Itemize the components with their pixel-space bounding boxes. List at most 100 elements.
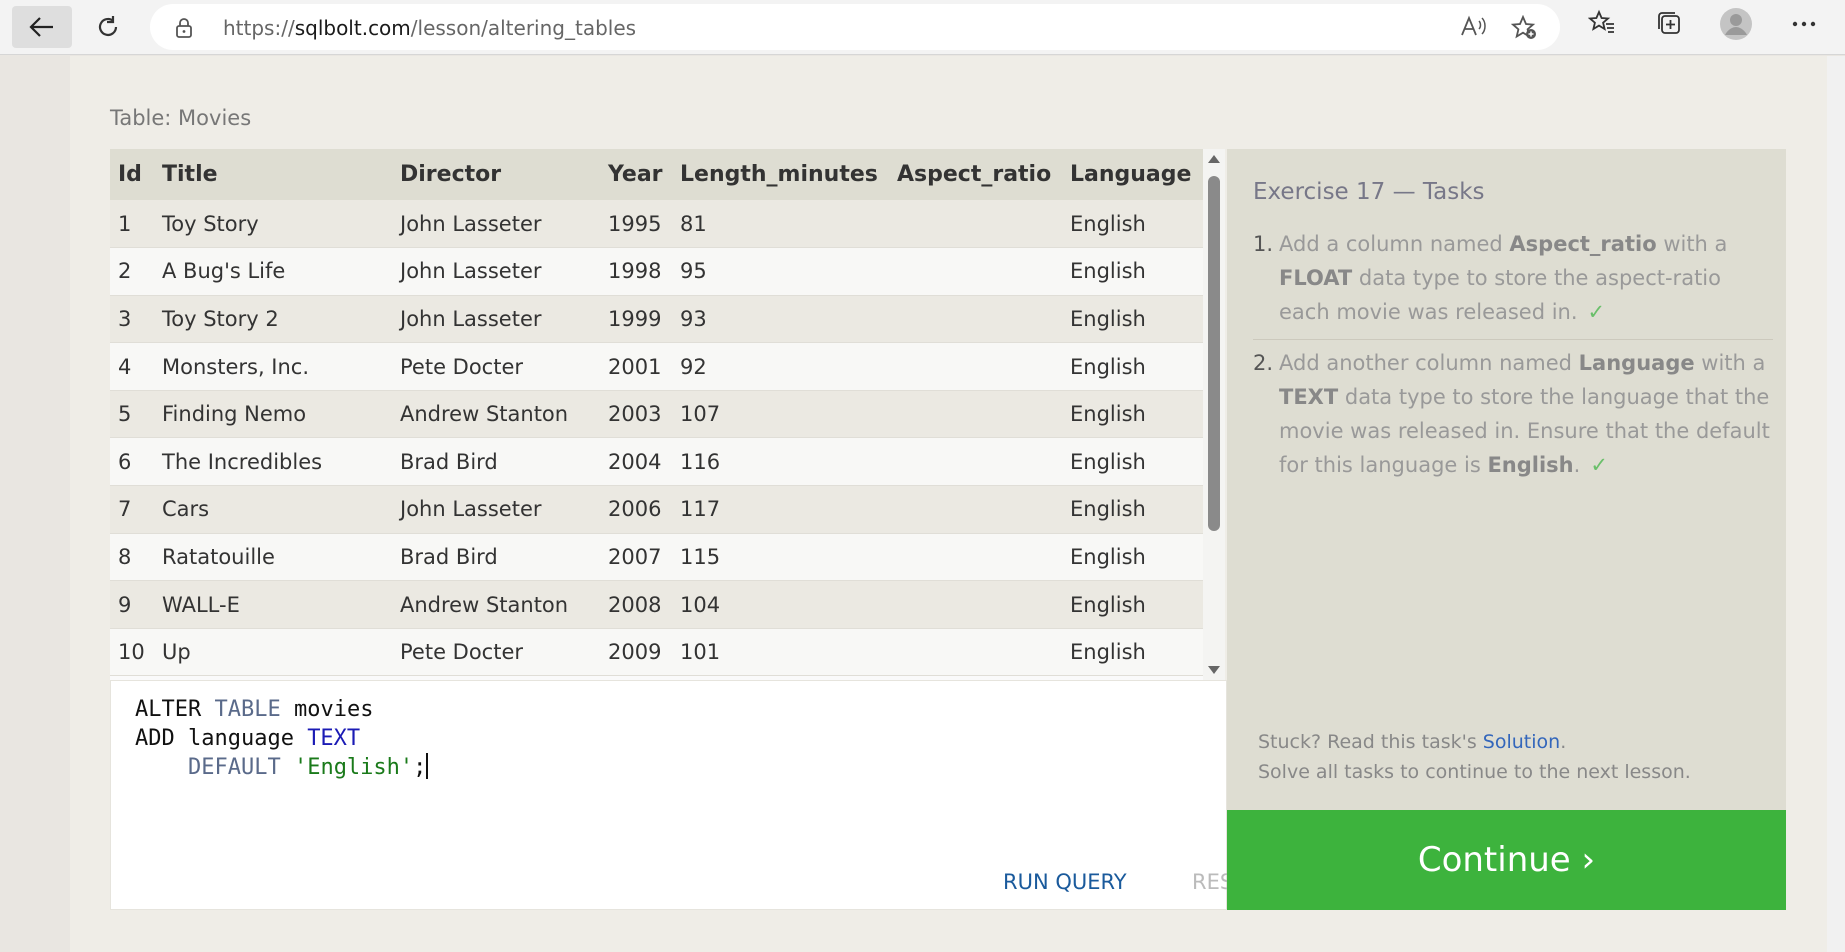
table-cell: 81 <box>672 200 889 249</box>
table-cell: 8 <box>110 533 154 582</box>
table-cell: English <box>1062 533 1203 582</box>
reload-button[interactable] <box>78 6 138 48</box>
table-cell: 2007 <box>600 533 672 582</box>
table-cell: 107 <box>672 390 889 439</box>
table-cell: 2001 <box>600 342 672 391</box>
column-header: Id <box>110 149 154 200</box>
table-cell: John Lasseter <box>392 200 600 249</box>
table-row: 1 Toy Story John Lasseter 1995 81 English <box>110 200 1203 249</box>
table-row: 6 The Incredibles Brad Bird 2004 116 English <box>110 437 1203 487</box>
table-cell: Andrew Stanton <box>392 580 600 629</box>
tasks-title: Exercise 17 — Tasks <box>1253 179 1485 205</box>
solution-link[interactable]: Solution <box>1483 731 1560 753</box>
table-cell: 3 <box>110 295 154 344</box>
column-header: Year <box>600 149 672 200</box>
table-cell <box>889 628 1062 677</box>
page-scroll-gutter <box>1827 56 1845 952</box>
browser-toolbar: https://sqlbolt.com/lesson/altering_tabl… <box>0 0 1845 55</box>
table-cell: 117 <box>672 485 889 534</box>
column-header: Director <box>392 149 600 200</box>
table-cell: 1999 <box>600 295 672 344</box>
more-options-icon[interactable] <box>1792 21 1816 27</box>
table-cell: English <box>1062 580 1203 629</box>
table-cell: English <box>1062 437 1203 487</box>
table-cell: 2 <box>110 247 154 296</box>
table-cell: 2008 <box>600 580 672 629</box>
add-favorite-icon[interactable] <box>1510 15 1538 41</box>
scrollbar-thumb[interactable] <box>1208 176 1220 531</box>
table-cell: 5 <box>110 390 154 439</box>
table-row: 3 Toy Story 2 John Lasseter 1999 93 English <box>110 295 1203 344</box>
arrow-left-icon <box>29 17 53 37</box>
table-cell: Brad Bird <box>392 533 600 582</box>
table-cell: 4 <box>110 342 154 391</box>
table-cell <box>889 485 1062 534</box>
table-cell: Pete Docter <box>392 342 600 391</box>
sql-editor[interactable]: ALTER TABLE movies ADD language TEXT DEF… <box>110 680 1259 910</box>
read-aloud-icon[interactable] <box>1460 15 1486 39</box>
table-cell: English <box>1062 200 1203 249</box>
table-row: 9 WALL-E Andrew Stanton 2008 104 English <box>110 580 1203 629</box>
lesson-page: Table: Movies Id Title Director Year Len… <box>70 56 1827 952</box>
table-cell <box>889 390 1062 439</box>
table-cell: 1 <box>110 200 154 249</box>
table-cell: Pete Docter <box>392 628 600 677</box>
table-cell <box>889 533 1062 582</box>
favorites-icon[interactable] <box>1588 9 1616 37</box>
column-header: Length_minutes <box>672 149 889 200</box>
task-list: 1. Add a column named Aspect_ratio with a… <box>1253 227 1773 492</box>
collections-icon[interactable] <box>1655 9 1683 37</box>
sql-code[interactable]: ALTER TABLE movies ADD language TEXT DEF… <box>135 695 429 782</box>
column-header: Title <box>154 149 392 200</box>
table-cell: WALL-E <box>154 580 392 629</box>
table-cell: 9 <box>110 580 154 629</box>
scroll-up-arrow-icon[interactable] <box>1208 155 1220 163</box>
table-cell: John Lasseter <box>392 295 600 344</box>
table-cell: Monsters, Inc. <box>154 342 392 391</box>
table-cell: 6 <box>110 437 154 487</box>
table-row: 2A Bug's Life John Lasseter 1998 95 English <box>110 247 1203 296</box>
table-cell: 7 <box>110 485 154 534</box>
table-row: 8 Ratatouille Brad Bird 2007 115 English <box>110 533 1203 582</box>
table-cell <box>889 580 1062 629</box>
table-cell: 115 <box>672 533 889 582</box>
help-text: Stuck? Read this task's Solution. Solve … <box>1258 731 1691 783</box>
table-cell <box>889 437 1062 487</box>
column-header: Language <box>1062 149 1203 200</box>
lock-icon <box>176 18 192 38</box>
back-button[interactable] <box>12 6 72 48</box>
table-cell: Andrew Stanton <box>392 390 600 439</box>
table-cell: 101 <box>672 628 889 677</box>
scroll-down-arrow-icon[interactable] <box>1208 666 1220 674</box>
table-row: 4 Monsters, Inc. Pete Docter 2001 92 English <box>110 342 1203 391</box>
results-table: Id Title Director Year Length_minutes As… <box>110 149 1203 677</box>
profile-avatar-icon[interactable] <box>1719 7 1753 41</box>
continue-button[interactable]: Continue › <box>1227 810 1786 910</box>
table-cell: 2006 <box>600 485 672 534</box>
column-header: Aspect_ratio <box>889 149 1062 200</box>
table-cell: 2009 <box>600 628 672 677</box>
url-text: https://sqlbolt.com/lesson/altering_tabl… <box>223 16 637 40</box>
table-cell: English <box>1062 628 1203 677</box>
checkmark-icon: ✓ <box>1587 300 1606 324</box>
results-table-container: Id Title Director Year Length_minutes As… <box>110 149 1203 680</box>
run-query-button[interactable]: RUN QUERY <box>1003 870 1127 894</box>
table-cell: 116 <box>672 437 889 487</box>
table-cell: A Bug's Life <box>154 247 392 296</box>
table-scrollbar[interactable] <box>1203 149 1225 680</box>
table-cell: Toy Story <box>154 200 392 249</box>
table-cell: 95 <box>672 247 889 296</box>
reload-icon <box>98 16 118 36</box>
table-row: 7 Cars John Lasseter 2006 117 English <box>110 485 1203 534</box>
table-cell <box>889 247 1062 296</box>
tasks-panel: Exercise 17 — Tasks 1. Add a column named… <box>1227 149 1786 810</box>
table-cell <box>889 295 1062 344</box>
table-cell: 10 <box>110 628 154 677</box>
table-cell: Ratatouille <box>154 533 392 582</box>
table-row: 10 Up Pete Docter 2009 101 English <box>110 628 1203 677</box>
table-cell: 2004 <box>600 437 672 487</box>
table-caption: Table: Movies <box>110 106 252 130</box>
address-bar[interactable]: https://sqlbolt.com/lesson/altering_tabl… <box>150 4 1560 50</box>
table-cell: English <box>1062 295 1203 344</box>
table-cell: Toy Story 2 <box>154 295 392 344</box>
